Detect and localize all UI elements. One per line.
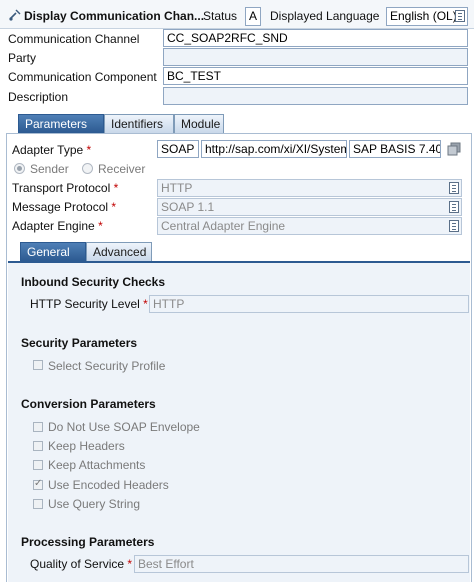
sender-label: Sender — [30, 162, 69, 176]
dropdown-icon[interactable] — [449, 220, 459, 232]
keep-headers-checkbox[interactable] — [33, 441, 43, 451]
displayed-language-label: Displayed Language — [270, 9, 380, 23]
inbound-security-title: Inbound Security Checks — [21, 275, 166, 289]
do-not-use-soap-envelope-checkbox[interactable] — [33, 422, 43, 432]
conversion-parameters-title: Conversion Parameters — [21, 397, 156, 411]
use-query-string-label: Use Query String — [48, 497, 141, 511]
adapter-type-label: Adapter Type * — [12, 143, 92, 157]
displayed-language-select[interactable]: English (OL) — [386, 7, 468, 26]
communication-component-field[interactable]: BC_TEST — [163, 67, 468, 85]
adapter-type-name-field[interactable]: SOAP — [157, 140, 199, 158]
displayed-language-value: English (OL) — [390, 9, 457, 23]
communication-channel-value: CC_SOAP2RFC_SND — [167, 31, 288, 45]
tab-module-label: Module — [181, 117, 221, 131]
tab-parameters[interactable]: Parameters — [18, 114, 104, 133]
sender-radio[interactable] — [14, 163, 25, 174]
http-security-level-label: HTTP Security Level * — [30, 297, 148, 311]
tab-general-label: General — [27, 245, 70, 259]
do-not-use-soap-envelope-label: Do Not Use SOAP Envelope — [48, 420, 200, 434]
keep-headers-label: Keep Headers — [48, 439, 125, 453]
receiver-label: Receiver — [98, 162, 146, 176]
adapter-engine-select[interactable]: Central Adapter Engine — [157, 217, 462, 235]
tab-advanced[interactable]: Advanced — [86, 242, 152, 261]
message-protocol-select[interactable]: SOAP 1.1 — [157, 198, 462, 216]
http-security-level-value: HTTP — [153, 297, 185, 311]
use-encoded-headers-checkbox[interactable] — [33, 478, 43, 490]
sub-tab-bar: General Advanced — [8, 242, 470, 262]
message-protocol-label: Message Protocol * — [12, 200, 117, 214]
party-label: Party — [8, 51, 37, 65]
communication-channel-field[interactable]: CC_SOAP2RFC_SND — [163, 29, 468, 47]
communication-component-label: Communication Component — [8, 70, 157, 84]
main-tab-bar: Parameters Identifiers Module — [6, 114, 472, 134]
copy-icon[interactable] — [447, 142, 461, 156]
keep-attachments-label: Keep Attachments — [48, 458, 146, 472]
quality-of-service-select[interactable]: Best Effort — [134, 555, 469, 573]
adapter-type-namespace: http://sap.com/xi/XI/System — [205, 142, 347, 156]
adapter-type-swcv: SAP BASIS 7.40 — [353, 142, 441, 156]
tab-parameters-label: Parameters — [25, 117, 88, 131]
select-security-profile-checkbox[interactable] — [33, 360, 43, 370]
use-encoded-headers-label: Use Encoded Headers — [48, 478, 169, 492]
keep-attachments-checkbox[interactable] — [33, 460, 43, 470]
transport-protocol-value: HTTP — [161, 181, 193, 195]
communication-channel-label: Communication Channel — [8, 32, 140, 46]
quality-of-service-value: Best Effort — [138, 557, 194, 571]
security-parameters-title: Security Parameters — [21, 336, 138, 350]
dropdown-icon[interactable] — [449, 201, 459, 213]
quality-of-service-label: Quality of Service * — [30, 557, 133, 571]
description-field[interactable] — [163, 87, 468, 105]
transport-protocol-select[interactable]: HTTP — [157, 179, 462, 197]
status-value: A — [249, 9, 258, 23]
receiver-radio[interactable] — [82, 163, 93, 174]
use-query-string-checkbox[interactable] — [33, 499, 43, 509]
tab-identifiers-label: Identifiers — [111, 117, 164, 131]
party-field[interactable] — [163, 48, 468, 66]
window-title: Display Communication Chan... — [24, 9, 205, 23]
dropdown-icon[interactable] — [455, 10, 465, 22]
adapter-type-namespace-field[interactable]: http://sap.com/xi/XI/System — [201, 140, 347, 158]
adapter-engine-value: Central Adapter Engine — [161, 219, 286, 233]
processing-parameters-title: Processing Parameters — [21, 535, 155, 549]
tab-identifiers[interactable]: Identifiers — [104, 114, 174, 133]
communication-component-value: BC_TEST — [167, 69, 222, 83]
tab-advanced-label: Advanced — [93, 245, 147, 259]
message-protocol-value: SOAP 1.1 — [161, 200, 215, 214]
status-field[interactable]: A — [245, 7, 261, 26]
adapter-type-swcv-field[interactable]: SAP BASIS 7.40 — [349, 140, 441, 158]
description-label: Description — [8, 90, 69, 104]
transport-protocol-label: Transport Protocol * — [12, 181, 119, 195]
tab-module[interactable]: Module — [174, 114, 224, 133]
http-security-level-select[interactable]: HTTP — [149, 295, 469, 313]
adapter-engine-label: Adapter Engine * — [12, 219, 103, 233]
dropdown-icon[interactable] — [449, 182, 459, 194]
status-label: Status — [203, 9, 238, 23]
tab-general[interactable]: General — [20, 242, 86, 261]
select-security-profile-label: Select Security Profile — [48, 359, 166, 373]
channel-display-icon — [8, 8, 22, 22]
adapter-type-name: SOAP — [161, 142, 195, 156]
